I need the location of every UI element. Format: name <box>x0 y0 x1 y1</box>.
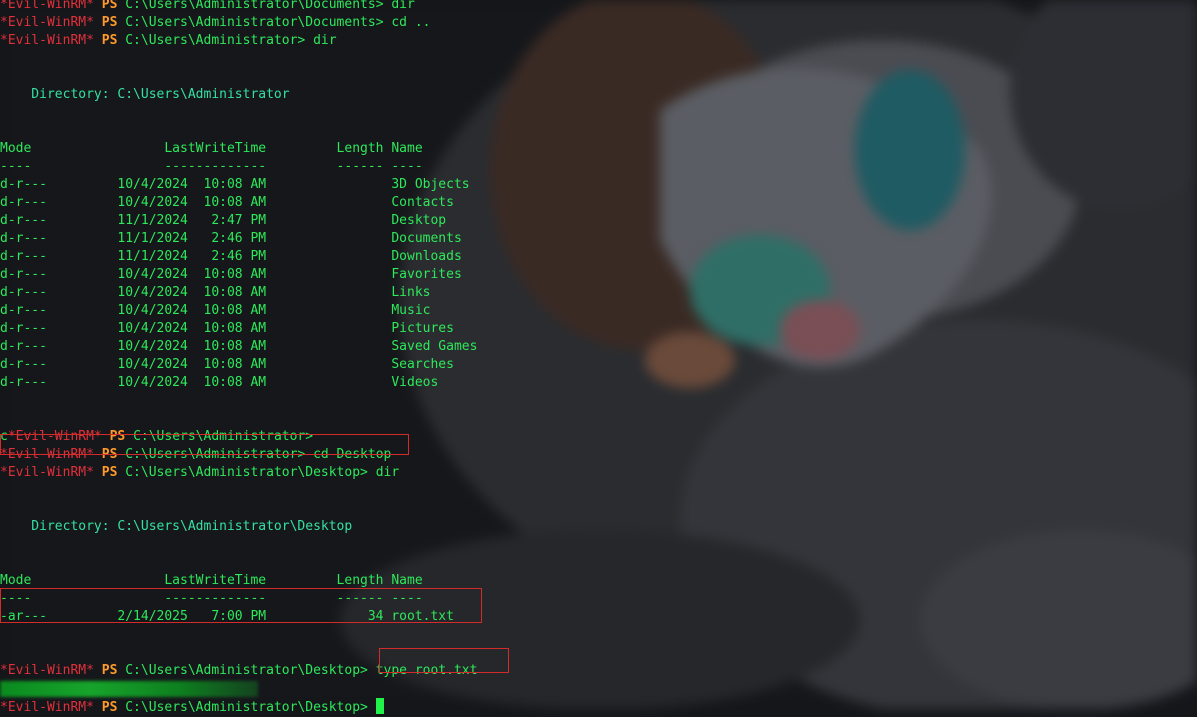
prompt-path: C:\Users\Administrator\Documents> <box>125 0 384 12</box>
output-text: d-r--- 11/1/2024 2:46 PM Documents <box>0 231 462 246</box>
output-text: d-r--- 10/4/2024 10:08 AM Searches <box>0 357 454 372</box>
prompt-host-label: *Evil-WinRM* <box>0 663 94 678</box>
output-text: Directory: C:\Users\Administrator <box>0 87 290 102</box>
prompt-path: C:\Users\Administrator\Desktop> <box>125 465 368 480</box>
prompt-path: C:\Users\Administrator> <box>125 33 306 48</box>
prompt-ps-label: PS <box>101 663 118 678</box>
highlight-cd-desktop <box>0 434 409 455</box>
output-text: d-r--- 11/1/2024 2:46 PM Downloads <box>0 249 462 264</box>
listing-row: d-r--- 10/4/2024 10:08 AM Music <box>0 302 1197 320</box>
prompt-ps-label: PS <box>101 700 118 715</box>
prompt-path: C:\Users\Administrator\Desktop> <box>125 663 368 678</box>
prompt-line: *Evil-WinRM* PS C:\Users\Administrator\D… <box>0 14 1197 32</box>
prompt-host-label: *Evil-WinRM* <box>0 0 94 12</box>
output-text: Mode LastWriteTime Length Name <box>0 573 423 588</box>
listing-row: d-r--- 10/4/2024 10:08 AM Favorites <box>0 266 1197 284</box>
prompt-ps-label: PS <box>101 15 118 30</box>
output-text: ---- ------------- ------ ---- <box>0 159 423 174</box>
redacted-flag <box>0 681 258 697</box>
listing-row: d-r--- 10/4/2024 10:08 AM Saved Games <box>0 338 1197 356</box>
command-text <box>368 700 376 715</box>
output-text: d-r--- 10/4/2024 10:08 AM Contacts <box>0 195 454 210</box>
prompt-ps-label: PS <box>101 33 118 48</box>
prompt-ps-label: PS <box>101 465 118 480</box>
prompt-line: *Evil-WinRM* PS C:\Users\Administrator> … <box>0 32 1197 50</box>
output-text: Mode LastWriteTime Length Name <box>0 141 423 156</box>
prompt-host-label: *Evil-WinRM* <box>0 15 94 30</box>
command-text: dir <box>367 465 400 480</box>
text-cursor[interactable] <box>375 698 384 714</box>
output-text: d-r--- 11/1/2024 2:47 PM Desktop <box>0 213 447 228</box>
command-text: dir <box>305 33 337 48</box>
listing-row: d-r--- 11/1/2024 2:46 PM Downloads <box>0 248 1197 266</box>
listing-row: Mode LastWriteTime Length Name <box>0 140 1197 158</box>
directory-header: Directory: C:\Users\Administrator <box>0 86 1197 104</box>
prompt-line: *Evil-WinRM* PS C:\Users\Administrator\D… <box>0 0 1197 14</box>
prompt-line: *Evil-WinRM* PS C:\Users\Administrator\D… <box>0 698 1197 716</box>
prompt-host-label: *Evil-WinRM* <box>0 465 94 480</box>
listing-row: d-r--- 11/1/2024 2:47 PM Desktop <box>0 212 1197 230</box>
prompt-path: C:\Users\Administrator\Documents> <box>125 15 384 30</box>
output-text: d-r--- 10/4/2024 10:08 AM 3D Objects <box>0 177 470 192</box>
listing-row: d-r--- 10/4/2024 10:08 AM Links <box>0 284 1197 302</box>
prompt-host-label: *Evil-WinRM* <box>0 33 94 48</box>
command-text: dir <box>383 0 415 12</box>
prompt-path: C:\Users\Administrator\Desktop> <box>125 700 368 715</box>
listing-row: d-r--- 10/4/2024 10:08 AM Pictures <box>0 320 1197 338</box>
listing-row: d-r--- 10/4/2024 10:08 AM Videos <box>0 374 1197 392</box>
output-text: d-r--- 10/4/2024 10:08 AM Favorites <box>0 267 462 282</box>
listing-row: d-r--- 10/4/2024 10:08 AM 3D Objects <box>0 176 1197 194</box>
highlight-type-root-txt <box>379 648 509 673</box>
listing-row: d-r--- 10/4/2024 10:08 AM Searches <box>0 356 1197 374</box>
output-text: d-r--- 10/4/2024 10:08 AM Videos <box>0 375 439 390</box>
redacted-flag-line <box>0 680 1197 698</box>
prompt-line: *Evil-WinRM* PS C:\Users\Administrator\D… <box>0 464 1197 482</box>
prompt-line: *Evil-WinRM* PS C:\Users\Administrator\D… <box>0 662 1197 680</box>
prompt-host-label: *Evil-WinRM* <box>0 700 94 715</box>
output-text: d-r--- 10/4/2024 10:08 AM Links <box>0 285 431 300</box>
output-text: Directory: C:\Users\Administrator\Deskto… <box>0 519 353 534</box>
directory-header: Directory: C:\Users\Administrator\Deskto… <box>0 518 1197 536</box>
listing-row: ---- ------------- ------ ---- <box>0 158 1197 176</box>
output-text: d-r--- 10/4/2024 10:08 AM Saved Games <box>0 339 478 354</box>
prompt-ps-label: PS <box>101 0 118 12</box>
highlight-root-txt-row <box>0 588 482 623</box>
listing-row: d-r--- 10/4/2024 10:08 AM Contacts <box>0 194 1197 212</box>
output-text: d-r--- 10/4/2024 10:08 AM Music <box>0 303 431 318</box>
listing-row: d-r--- 11/1/2024 2:46 PM Documents <box>0 230 1197 248</box>
command-text: cd .. <box>383 15 431 30</box>
output-text: d-r--- 10/4/2024 10:08 AM Pictures <box>0 321 454 336</box>
